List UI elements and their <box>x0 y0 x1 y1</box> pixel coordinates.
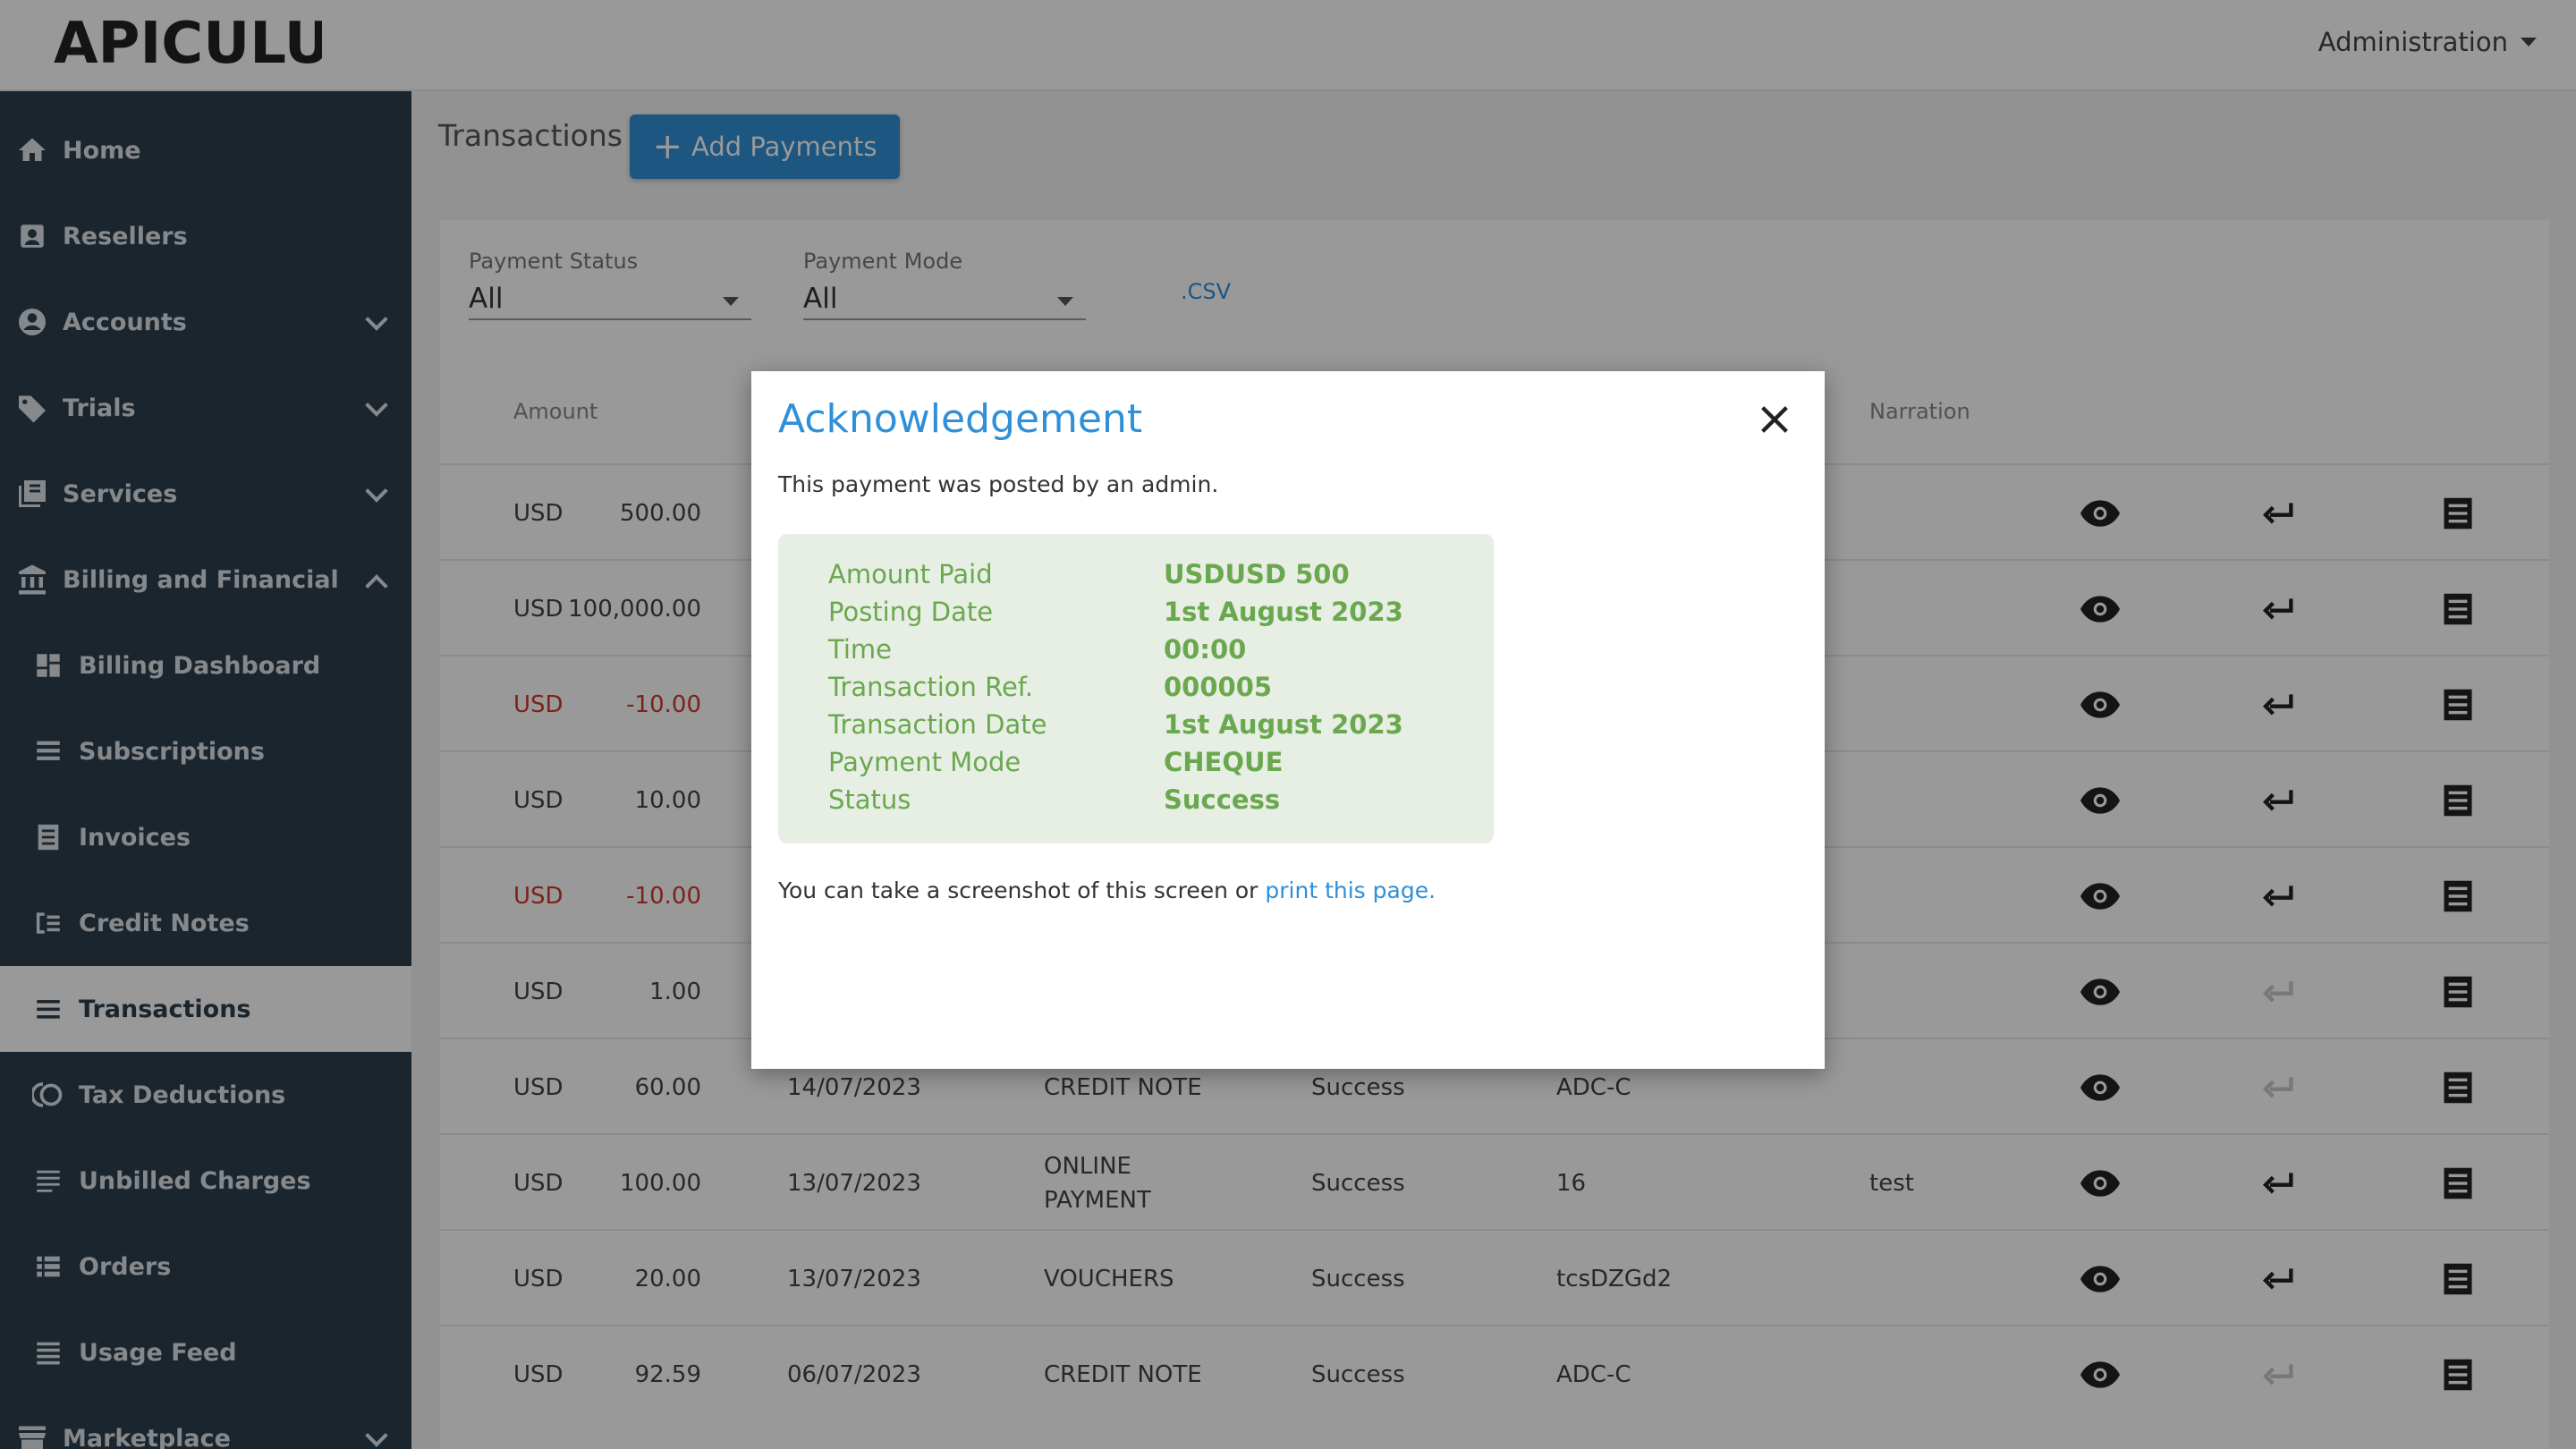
detail-label: Posting Date <box>828 597 994 627</box>
modal-message: This payment was posted by an admin. <box>778 471 1219 497</box>
detail-value: Success <box>1164 784 1281 815</box>
detail-value: 1st August 2023 <box>1164 597 1403 627</box>
detail-row: Amount Paid USDUSD 500 <box>828 559 1350 597</box>
modal-footer: You can take a screenshot of this screen… <box>778 877 1436 903</box>
detail-value: 1st August 2023 <box>1164 709 1403 740</box>
detail-row: Transaction Date 1st August 2023 <box>828 709 1403 747</box>
detail-value: CHEQUE <box>1164 747 1284 777</box>
detail-label: Payment Mode <box>828 747 1021 777</box>
detail-value: 000005 <box>1164 672 1273 702</box>
detail-row: Transaction Ref. 000005 <box>828 672 1272 709</box>
detail-label: Amount Paid <box>828 559 993 589</box>
modal-title: Acknowledgement <box>778 396 1143 442</box>
detail-value: USDUSD 500 <box>1164 559 1350 589</box>
detail-label: Time <box>828 634 892 665</box>
detail-row: Time 00:00 <box>828 634 1246 672</box>
detail-label: Transaction Ref. <box>828 672 1034 702</box>
detail-row: Status Success <box>828 784 1280 822</box>
acknowledgement-modal: Acknowledgement This payment was posted … <box>751 371 1825 1069</box>
print-page-link[interactable]: print this page. <box>1265 877 1436 903</box>
detail-row: Payment Mode CHEQUE <box>828 747 1283 784</box>
detail-row: Posting Date 1st August 2023 <box>828 597 1403 634</box>
footer-text: You can take a screenshot of this screen… <box>778 877 1258 903</box>
detail-label: Status <box>828 784 911 815</box>
close-icon[interactable] <box>1757 402 1792 437</box>
payment-details-box: Amount Paid USDUSD 500 Posting Date 1st Au… <box>778 534 1494 843</box>
detail-label: Transaction Date <box>828 709 1047 740</box>
detail-value: 00:00 <box>1164 634 1247 665</box>
